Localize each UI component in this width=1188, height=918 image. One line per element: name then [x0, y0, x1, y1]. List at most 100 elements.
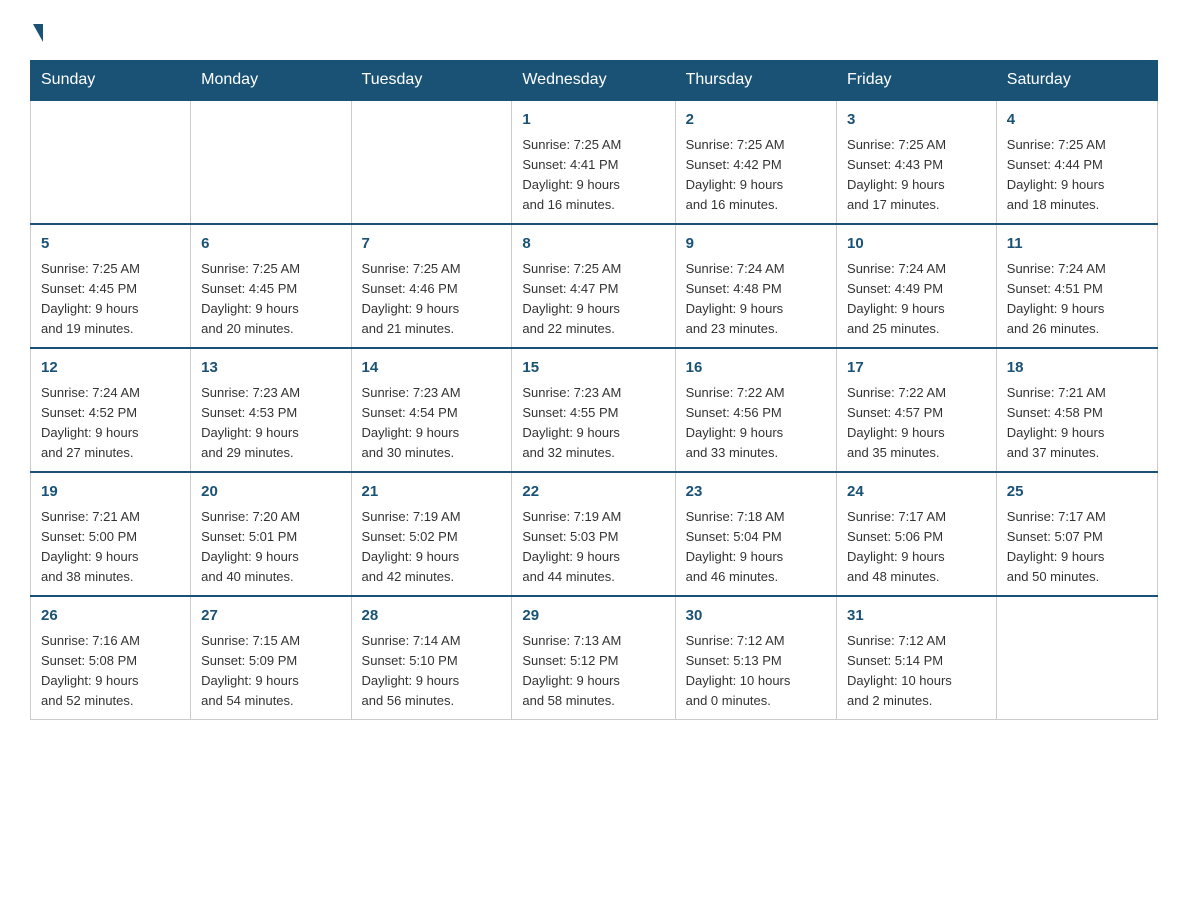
calendar-cell: 2 Sunrise: 7:25 AM Sunset: 4:42 PM Daylig…: [675, 100, 836, 224]
day-info: Sunrise: 7:16 AM Sunset: 5:08 PM Dayligh…: [41, 631, 180, 712]
calendar-cell: 28Sunrise: 7:14 AM Sunset: 5:10 PM Dayli…: [351, 596, 512, 720]
day-info: Sunrise: 7:12 AM Sunset: 5:14 PM Dayligh…: [847, 631, 986, 712]
logo: [30, 20, 43, 42]
calendar-cell: 14 Sunrise: 7:23 AM Sunset: 4:54 PM Dayli…: [351, 348, 512, 472]
day-info: Sunrise: 7:24 AM Sunset: 4:52 PM Dayligh…: [41, 383, 180, 464]
day-number: 1: [522, 109, 664, 132]
day-number: 26: [41, 605, 180, 628]
day-info: Sunrise: 7:19 AM Sunset: 5:02 PM Dayligh…: [362, 507, 502, 588]
day-number: 21: [362, 481, 502, 504]
day-number: 12: [41, 357, 180, 380]
day-info: Sunrise: 7:25 AM Sunset: 4:45 PM Dayligh…: [41, 259, 180, 340]
day-info: Sunrise: 7:24 AM Sunset: 4:48 PM Dayligh…: [686, 259, 826, 340]
day-info: Sunrise: 7:22 AM Sunset: 4:57 PM Dayligh…: [847, 383, 986, 464]
day-number: 30: [686, 605, 826, 628]
day-number: 4: [1007, 109, 1147, 132]
calendar-cell: [996, 596, 1157, 720]
day-info: Sunrise: 7:22 AM Sunset: 4:56 PM Dayligh…: [686, 383, 826, 464]
day-number: 10: [847, 233, 986, 256]
day-info: Sunrise: 7:17 AM Sunset: 5:07 PM Dayligh…: [1007, 507, 1147, 588]
calendar-cell: 1Sunrise: 7:25 AM Sunset: 4:41 PM Daylig…: [512, 100, 675, 224]
calendar-cell: 13Sunrise: 7:23 AM Sunset: 4:53 PM Dayli…: [191, 348, 351, 472]
day-info: Sunrise: 7:19 AM Sunset: 5:03 PM Dayligh…: [522, 507, 664, 588]
calendar-cell: 4 Sunrise: 7:25 AM Sunset: 4:44 PM Daylig…: [996, 100, 1157, 224]
calendar-cell: 8 Sunrise: 7:25 AM Sunset: 4:47 PM Daylig…: [512, 224, 675, 348]
day-number: 19: [41, 481, 180, 504]
day-number: 9: [686, 233, 826, 256]
day-number: 20: [201, 481, 340, 504]
week-row: 1Sunrise: 7:25 AM Sunset: 4:41 PM Daylig…: [31, 100, 1158, 224]
calendar-cell: 11Sunrise: 7:24 AM Sunset: 4:51 PM Dayli…: [996, 224, 1157, 348]
day-info: Sunrise: 7:15 AM Sunset: 5:09 PM Dayligh…: [201, 631, 340, 712]
day-number: 25: [1007, 481, 1147, 504]
calendar-cell: 25 Sunrise: 7:17 AM Sunset: 5:07 PM Dayli…: [996, 472, 1157, 596]
day-number: 8: [522, 233, 664, 256]
week-row: 12 Sunrise: 7:24 AM Sunset: 4:52 PM Dayli…: [31, 348, 1158, 472]
day-number: 2: [686, 109, 826, 132]
logo-triangle-icon: [33, 24, 43, 42]
calendar-cell: 18 Sunrise: 7:21 AM Sunset: 4:58 PM Dayli…: [996, 348, 1157, 472]
weekday-header: Thursday: [675, 61, 836, 101]
day-info: Sunrise: 7:17 AM Sunset: 5:06 PM Dayligh…: [847, 507, 986, 588]
day-number: 11: [1007, 233, 1147, 256]
weekday-header: Friday: [837, 61, 997, 101]
day-info: Sunrise: 7:25 AM Sunset: 4:46 PM Dayligh…: [362, 259, 502, 340]
day-number: 31: [847, 605, 986, 628]
weekday-header: Wednesday: [512, 61, 675, 101]
calendar-cell: 24 Sunrise: 7:17 AM Sunset: 5:06 PM Dayli…: [837, 472, 997, 596]
day-info: Sunrise: 7:14 AM Sunset: 5:10 PM Dayligh…: [362, 631, 502, 712]
day-info: Sunrise: 7:25 AM Sunset: 4:47 PM Dayligh…: [522, 259, 664, 340]
day-info: Sunrise: 7:25 AM Sunset: 4:42 PM Dayligh…: [686, 135, 826, 216]
day-number: 18: [1007, 357, 1147, 380]
day-info: Sunrise: 7:23 AM Sunset: 4:53 PM Dayligh…: [201, 383, 340, 464]
week-row: 26 Sunrise: 7:16 AM Sunset: 5:08 PM Dayli…: [31, 596, 1158, 720]
calendar-cell: 21 Sunrise: 7:19 AM Sunset: 5:02 PM Dayli…: [351, 472, 512, 596]
calendar-cell: [191, 100, 351, 224]
day-number: 5: [41, 233, 180, 256]
weekday-header: Sunday: [31, 61, 191, 101]
day-number: 6: [201, 233, 340, 256]
day-number: 24: [847, 481, 986, 504]
calendar-cell: 10 Sunrise: 7:24 AM Sunset: 4:49 PM Dayli…: [837, 224, 997, 348]
day-info: Sunrise: 7:12 AM Sunset: 5:13 PM Dayligh…: [686, 631, 826, 712]
day-info: Sunrise: 7:24 AM Sunset: 4:49 PM Dayligh…: [847, 259, 986, 340]
day-info: Sunrise: 7:25 AM Sunset: 4:43 PM Dayligh…: [847, 135, 986, 216]
day-info: Sunrise: 7:13 AM Sunset: 5:12 PM Dayligh…: [522, 631, 664, 712]
day-info: Sunrise: 7:25 AM Sunset: 4:44 PM Dayligh…: [1007, 135, 1147, 216]
calendar-cell: [31, 100, 191, 224]
day-number: 14: [362, 357, 502, 380]
calendar-cell: [351, 100, 512, 224]
calendar-cell: 9 Sunrise: 7:24 AM Sunset: 4:48 PM Daylig…: [675, 224, 836, 348]
calendar-cell: 16 Sunrise: 7:22 AM Sunset: 4:56 PM Dayli…: [675, 348, 836, 472]
calendar-cell: 15Sunrise: 7:23 AM Sunset: 4:55 PM Dayli…: [512, 348, 675, 472]
day-info: Sunrise: 7:18 AM Sunset: 5:04 PM Dayligh…: [686, 507, 826, 588]
day-number: 29: [522, 605, 664, 628]
calendar-cell: 27Sunrise: 7:15 AM Sunset: 5:09 PM Dayli…: [191, 596, 351, 720]
calendar-cell: 31 Sunrise: 7:12 AM Sunset: 5:14 PM Dayli…: [837, 596, 997, 720]
calendar-table: SundayMondayTuesdayWednesdayThursdayFrid…: [30, 60, 1158, 720]
week-row: 5 Sunrise: 7:25 AM Sunset: 4:45 PM Daylig…: [31, 224, 1158, 348]
day-number: 22: [522, 481, 664, 504]
calendar-cell: 17Sunrise: 7:22 AM Sunset: 4:57 PM Dayli…: [837, 348, 997, 472]
calendar-cell: 30 Sunrise: 7:12 AM Sunset: 5:13 PM Dayli…: [675, 596, 836, 720]
day-number: 23: [686, 481, 826, 504]
day-number: 15: [522, 357, 664, 380]
weekday-header: Tuesday: [351, 61, 512, 101]
day-info: Sunrise: 7:25 AM Sunset: 4:45 PM Dayligh…: [201, 259, 340, 340]
calendar-cell: 19Sunrise: 7:21 AM Sunset: 5:00 PM Dayli…: [31, 472, 191, 596]
weekday-header-row: SundayMondayTuesdayWednesdayThursdayFrid…: [31, 61, 1158, 101]
weekday-header: Monday: [191, 61, 351, 101]
calendar-cell: 22 Sunrise: 7:19 AM Sunset: 5:03 PM Dayli…: [512, 472, 675, 596]
calendar-cell: 23 Sunrise: 7:18 AM Sunset: 5:04 PM Dayli…: [675, 472, 836, 596]
day-number: 7: [362, 233, 502, 256]
day-info: Sunrise: 7:21 AM Sunset: 4:58 PM Dayligh…: [1007, 383, 1147, 464]
day-number: 16: [686, 357, 826, 380]
calendar-cell: 5 Sunrise: 7:25 AM Sunset: 4:45 PM Daylig…: [31, 224, 191, 348]
calendar-cell: 3Sunrise: 7:25 AM Sunset: 4:43 PM Daylig…: [837, 100, 997, 224]
calendar-cell: 6 Sunrise: 7:25 AM Sunset: 4:45 PM Daylig…: [191, 224, 351, 348]
day-info: Sunrise: 7:23 AM Sunset: 4:54 PM Dayligh…: [362, 383, 502, 464]
weekday-header: Saturday: [996, 61, 1157, 101]
calendar-cell: 7 Sunrise: 7:25 AM Sunset: 4:46 PM Daylig…: [351, 224, 512, 348]
page-header: [30, 20, 1158, 42]
week-row: 19Sunrise: 7:21 AM Sunset: 5:00 PM Dayli…: [31, 472, 1158, 596]
